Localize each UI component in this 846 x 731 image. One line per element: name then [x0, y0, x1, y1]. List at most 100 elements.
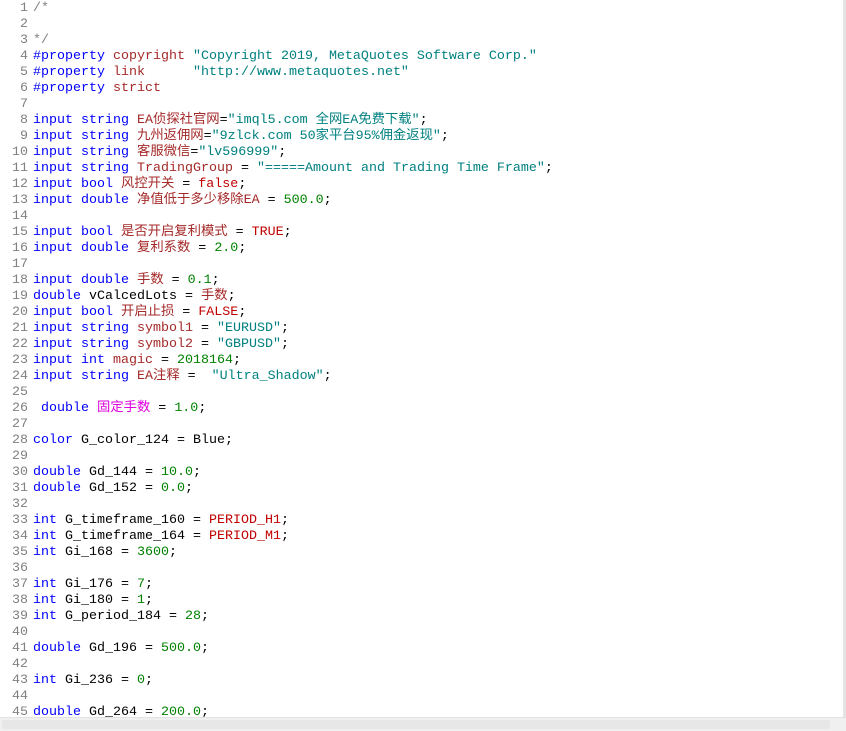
code-line[interactable]: double 固定手数 = 1.0;: [33, 401, 843, 417]
string-literal-token: "GBPUSD": [217, 337, 281, 352]
line-number: 38: [12, 593, 28, 608]
code-token: =: [179, 369, 212, 384]
code-token: ;: [238, 241, 247, 256]
code-line[interactable]: input double 手数 = 0.1;: [33, 273, 843, 289]
code-token: =: [190, 241, 215, 256]
number-literal-token: 10.0: [161, 465, 193, 480]
code-token: ;: [323, 193, 332, 208]
line-number: 23: [12, 353, 28, 368]
string-literal-token: "9zlck.com 50家平台95%佣金返现": [211, 129, 441, 144]
code-line[interactable]: int Gi_176 = 7;: [33, 577, 843, 593]
variable-name-token: 风控开关: [121, 177, 175, 192]
code-line[interactable]: input int magic = 2018164;: [33, 353, 843, 369]
string-literal-token: "imql5.com 全网EA免费下载": [227, 113, 420, 128]
code-line[interactable]: input string symbol1 = "EURUSD";: [33, 321, 843, 337]
code-line[interactable]: input string symbol2 = "GBPUSD";: [33, 337, 843, 353]
keyword-token: color: [33, 433, 73, 448]
number-literal-token: 2018164: [177, 353, 233, 368]
horizontal-scrollbar[interactable]: [0, 717, 846, 731]
code-line[interactable]: int Gi_180 = 1;: [33, 593, 843, 609]
line-number: 7: [20, 97, 28, 112]
code-line[interactable]: [33, 449, 843, 465]
code-line[interactable]: double Gd_144 = 10.0;: [33, 465, 843, 481]
code-line[interactable]: [33, 417, 843, 433]
code-line[interactable]: [33, 625, 843, 641]
code-line[interactable]: #property strict: [33, 81, 843, 97]
code-line[interactable]: input string EA侦探社官网="imql5.com 全网EA免费下载…: [33, 113, 843, 129]
code-line[interactable]: /*: [33, 1, 843, 17]
code-line[interactable]: input bool 是否开启复利模式 = TRUE;: [33, 225, 843, 241]
keyword-token: input: [33, 193, 73, 208]
code-line[interactable]: input bool 开启止损 = FALSE;: [33, 305, 843, 321]
code-line[interactable]: input double 净值低于多少移除EA = 500.0;: [33, 193, 843, 209]
code-line[interactable]: [33, 657, 843, 673]
code-line[interactable]: #property link "http://www.metaquotes.ne…: [33, 65, 843, 81]
code-line[interactable]: [33, 257, 843, 273]
keyword-token: string: [81, 129, 129, 144]
code-token: Gi_180: [65, 593, 113, 608]
code-line[interactable]: input string 客服微信="lv596999";: [33, 145, 843, 161]
code-token: G_period_184: [65, 609, 161, 624]
code-line[interactable]: [33, 689, 843, 705]
keyword-token: int: [33, 529, 57, 544]
code-token: ;: [544, 161, 553, 176]
code-token: ;: [169, 545, 177, 560]
code-token: ;: [145, 593, 153, 608]
code-token: ;: [278, 145, 287, 160]
code-line[interactable]: input string 九州返佣网="9zlck.com 50家平台95%佣金…: [33, 129, 843, 145]
code-line[interactable]: int G_period_184 = 28;: [33, 609, 843, 625]
code-token: Blue: [192, 433, 225, 448]
keyword-token: #property: [33, 49, 105, 64]
code-line[interactable]: double vCalcedLots = 手数;: [33, 289, 843, 305]
line-number: 14: [12, 209, 28, 224]
code-line[interactable]: #property copyright "Copyright 2019, Met…: [33, 49, 843, 65]
code-line[interactable]: [33, 497, 843, 513]
code-line[interactable]: int Gi_168 = 3600;: [33, 545, 843, 561]
code-line[interactable]: input string EA注释 = "Ultra_Shadow";: [33, 369, 843, 385]
number-literal-token: 7: [137, 577, 145, 592]
code-area[interactable]: /* */#property copyright "Copyright 2019,…: [33, 1, 843, 721]
code-line[interactable]: [33, 209, 843, 225]
number-literal-token: 28: [184, 609, 201, 624]
code-line[interactable]: [33, 385, 843, 401]
code-line[interactable]: [33, 17, 843, 33]
code-line[interactable]: double Gd_196 = 500.0;: [33, 641, 843, 657]
code-token: ;: [201, 641, 209, 656]
number-literal-token: 0.1: [187, 273, 212, 288]
code-line[interactable]: [33, 561, 843, 577]
code-token: Gd_152: [89, 481, 137, 496]
code-token: ;: [211, 273, 220, 288]
horizontal-scrollbar-thumb[interactable]: [2, 720, 830, 729]
code-token: ;: [238, 305, 247, 320]
code-token: Gi_236: [65, 673, 113, 688]
code-line[interactable]: color G_color_124 = Blue;: [33, 433, 843, 449]
line-number-gutter: 1 2 3 4 5 6 7 8 9 10 11 12 13 14 15 16 17 18 19 20 21 22 23 24 2…: [0, 1, 28, 721]
code-line[interactable]: */: [33, 33, 843, 49]
code-line[interactable]: input string TradingGroup = "=====Amount…: [33, 161, 843, 177]
constant-token: PERIOD_M1: [208, 529, 281, 544]
line-number: 27: [12, 417, 28, 432]
code-line[interactable]: int G_timeframe_164 = PERIOD_M1;: [33, 529, 843, 545]
code-line[interactable]: int Gi_236 = 0;: [33, 673, 843, 689]
code-token: ;: [200, 609, 209, 624]
code-line[interactable]: [33, 97, 843, 113]
code-line[interactable]: input double 复利系数 = 2.0;: [33, 241, 843, 257]
code-line[interactable]: int G_timeframe_160 = PERIOD_H1;: [33, 513, 843, 529]
line-number: 11: [12, 161, 28, 176]
code-editor[interactable]: 1 2 3 4 5 6 7 8 9 10 11 12 13 14 15 16 17 18 19 20 21 22 23 24 2…: [0, 0, 843, 731]
line-number: 35: [12, 545, 28, 560]
keyword-token: input: [33, 337, 73, 352]
code-line[interactable]: double Gd_152 = 0.0;: [33, 481, 843, 497]
line-number: 34: [12, 529, 28, 544]
code-line[interactable]: input bool 风控开关 = false;: [33, 177, 843, 193]
code-token: ;: [281, 321, 289, 336]
